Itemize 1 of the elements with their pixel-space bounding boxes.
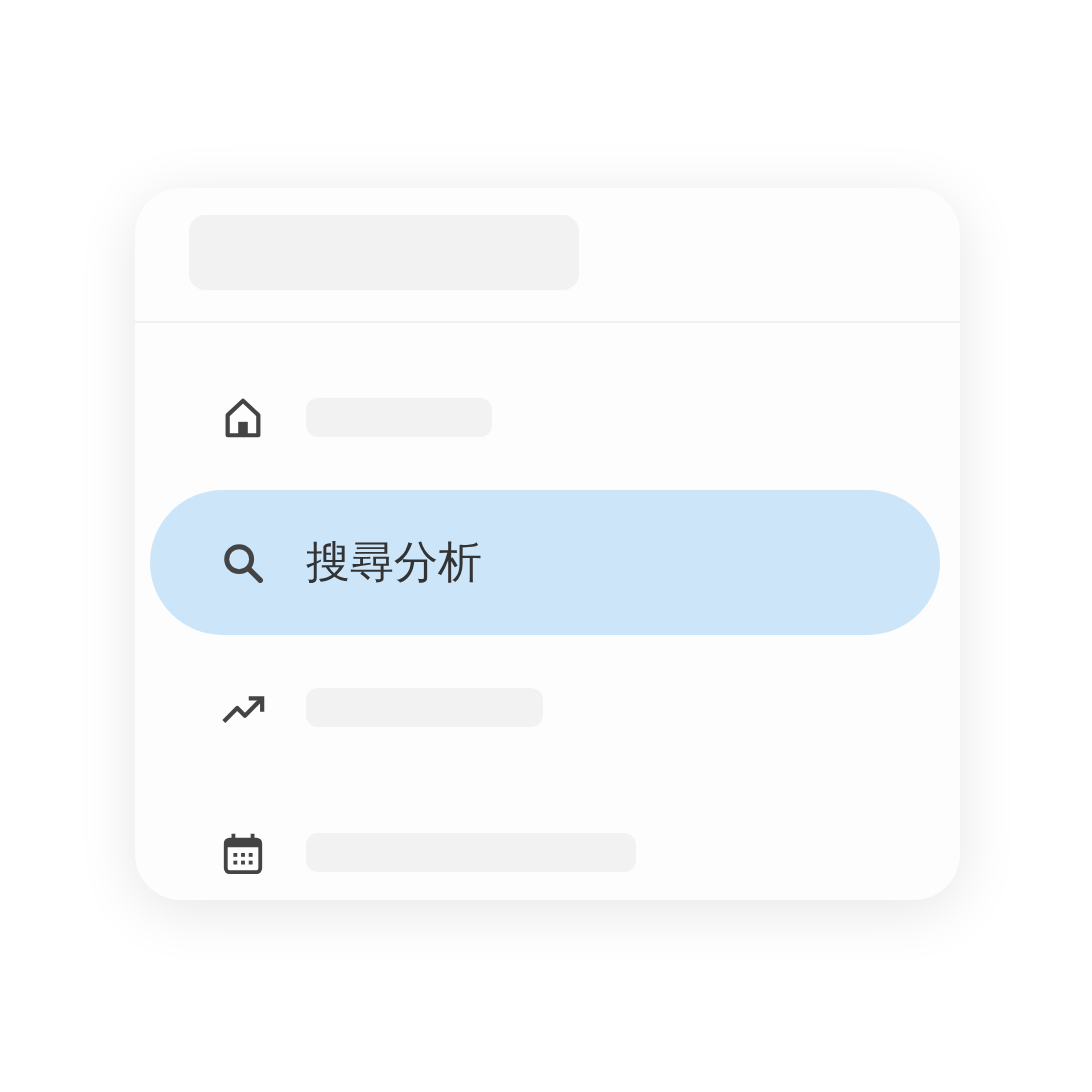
nav-item[interactable]: 搜尋分析 (150, 490, 940, 635)
